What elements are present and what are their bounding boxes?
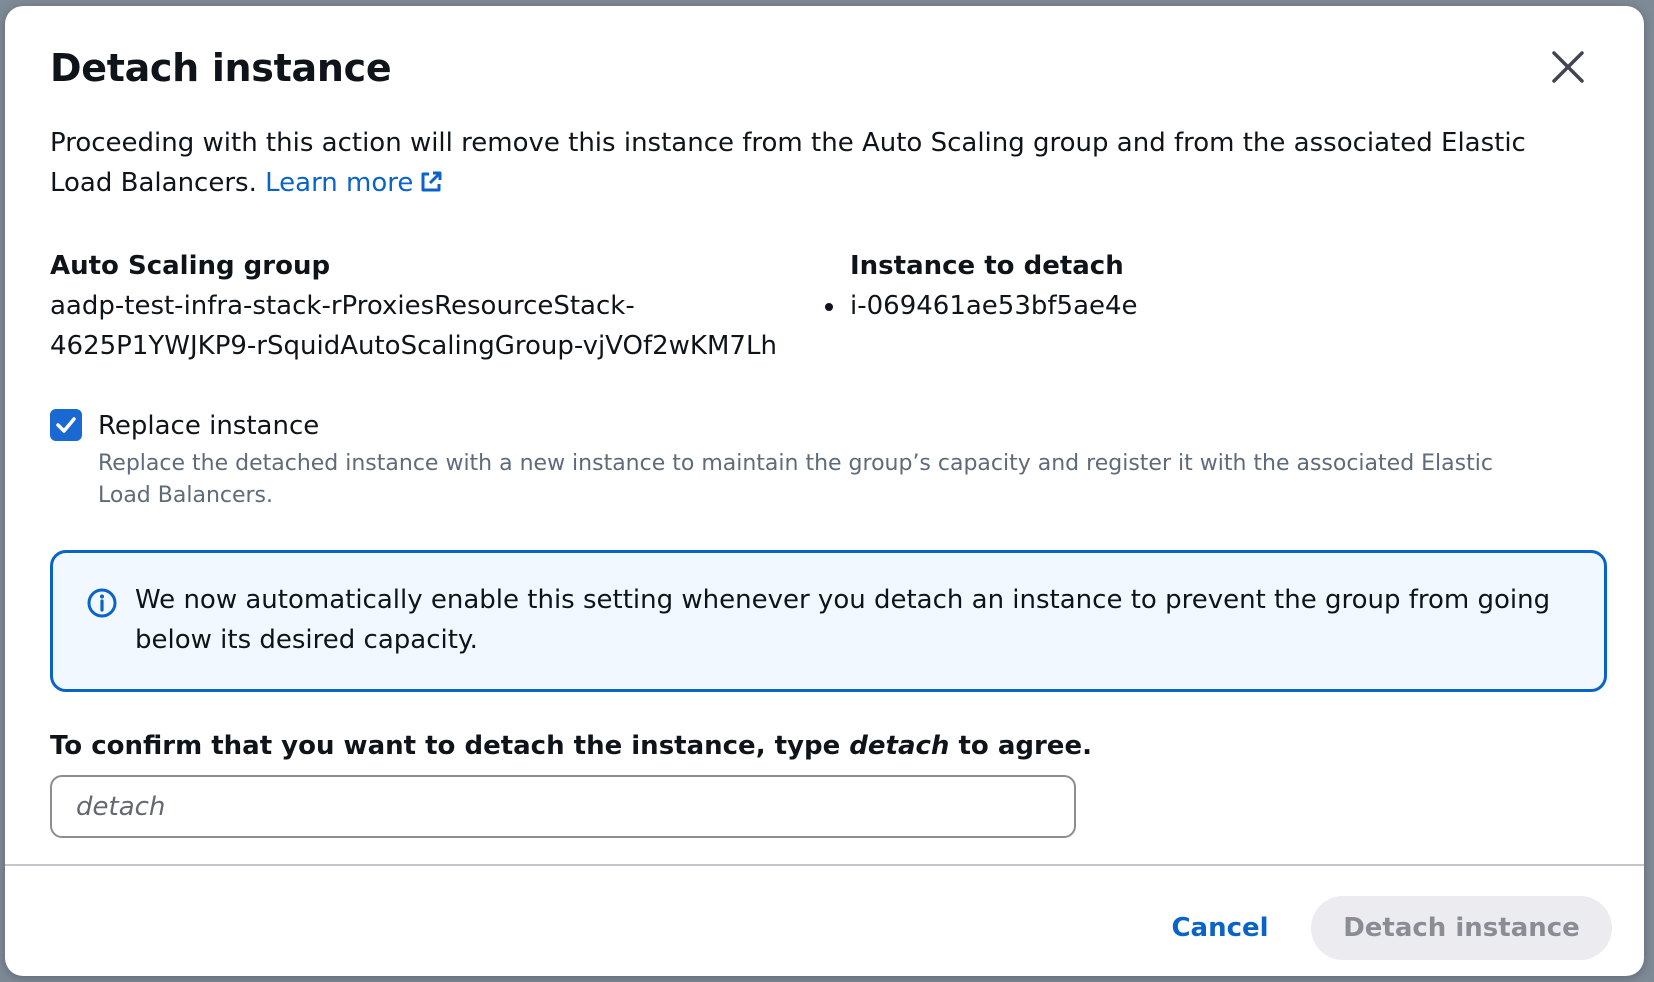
asg-value: aadp-test-infra-stack-rProxiesResourceSt… (50, 291, 777, 361)
instance-id: i-069461ae53bf5ae4e (850, 291, 1138, 321)
close-button[interactable] (1542, 41, 1594, 93)
dialog-description: Proceeding with this action will remove … (50, 123, 1590, 203)
instance-list: i-069461ae53bf5ae4e (825, 286, 1450, 326)
asg-detail: Auto Scaling group aadp-test-infra-stack… (50, 246, 810, 366)
detach-instance-dialog: Detach instance Proceeding with this act… (5, 6, 1644, 976)
replace-instance-label[interactable]: Replace instance (98, 406, 319, 446)
learn-more-link[interactable]: Learn more (265, 168, 443, 198)
instance-list-item: i-069461ae53bf5ae4e (825, 286, 1450, 326)
cancel-button[interactable]: Cancel (1145, 896, 1295, 960)
dialog-title: Detach instance (50, 46, 392, 90)
detach-instance-button[interactable]: Detach instance (1311, 896, 1612, 960)
close-icon (1552, 51, 1584, 83)
instance-label: Instance to detach (850, 251, 1124, 281)
info-alert: We now automatically enable this setting… (50, 550, 1607, 692)
learn-more-label: Learn more (265, 168, 414, 198)
replace-instance-description: Replace the detached instance with a new… (98, 451, 1493, 508)
confirm-label-prefix: To confirm that you want to detach the i… (50, 731, 850, 761)
checkmark-icon (56, 417, 76, 433)
replace-instance-checkbox[interactable] (50, 409, 82, 441)
confirm-keyword: detach (849, 731, 950, 761)
confirm-input[interactable] (50, 775, 1076, 838)
dialog-header: Detach instance (50, 41, 1614, 101)
confirm-label: To confirm that you want to detach the i… (50, 726, 1450, 766)
bullet-icon (825, 303, 833, 311)
asg-label: Auto Scaling group (50, 251, 331, 281)
info-alert-text: We now automatically enable this setting… (135, 585, 1551, 655)
external-link-icon (421, 171, 442, 192)
confirm-label-suffix: to agree. (949, 731, 1092, 761)
info-icon (87, 588, 117, 618)
footer-divider (5, 864, 1644, 866)
instance-detail: Instance to detach i-069461ae53bf5ae4e (825, 246, 1450, 326)
